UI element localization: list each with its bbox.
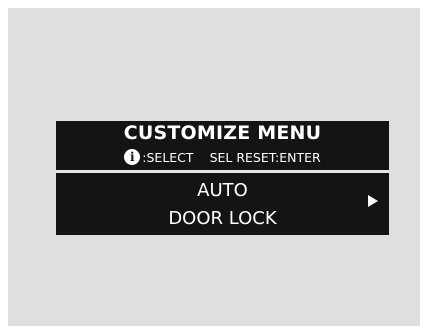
menu-title: CUSTOMIZE MENU — [123, 122, 322, 144]
hint-row: i :SELECT SEL RESET:ENTER — [56, 147, 389, 167]
customize-menu-display: CUSTOMIZE MENU i :SELECT SEL RESET:ENTER… — [56, 121, 389, 235]
divider — [56, 170, 389, 173]
right-arrow-icon[interactable] — [368, 195, 378, 207]
select-hint-label: :SELECT — [142, 149, 194, 165]
enter-hint: SEL RESET:ENTER — [210, 150, 321, 165]
select-hint: i :SELECT — [124, 149, 194, 165]
menu-item-line-2[interactable]: DOOR LOCK — [56, 205, 389, 233]
enter-hint-label: SEL RESET:ENTER — [209, 149, 321, 165]
screen-frame: CUSTOMIZE MENU i :SELECT SEL RESET:ENTER… — [8, 8, 420, 326]
menu-item-line-1[interactable]: AUTO — [56, 177, 389, 205]
info-icon: i — [124, 149, 141, 165]
